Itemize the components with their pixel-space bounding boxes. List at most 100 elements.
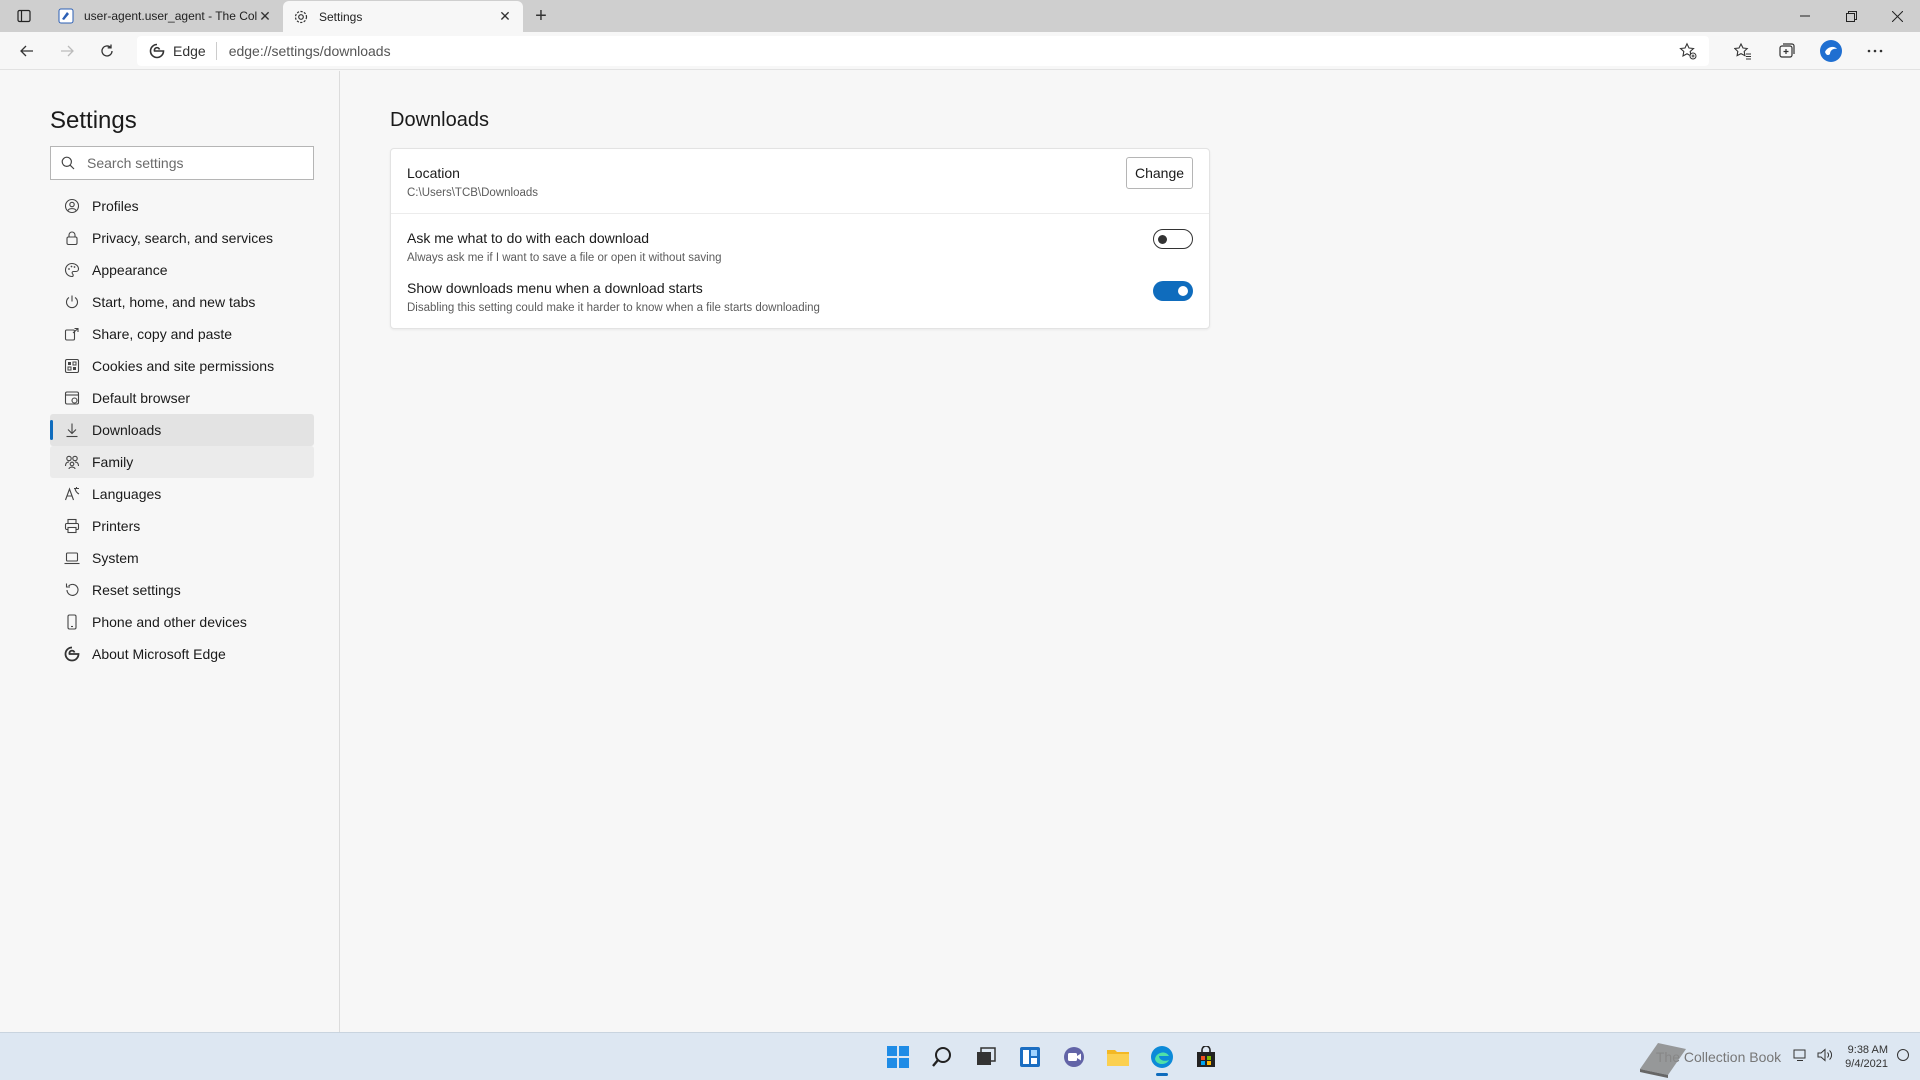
refresh-icon (101, 44, 113, 57)
settings-nav: Profiles Privacy, search, and services A… (50, 190, 314, 670)
sidebar-item-profiles[interactable]: Profiles (50, 190, 314, 222)
tab-actions-icon (17, 9, 31, 23)
download-icon (64, 422, 80, 438)
widgets-icon[interactable] (1008, 1037, 1052, 1077)
notifications-icon[interactable] (1896, 1048, 1910, 1067)
sidebar-item-label: Default browser (92, 390, 191, 406)
favorites-icon[interactable] (1721, 35, 1765, 67)
volume-icon[interactable] (1817, 1047, 1833, 1067)
address-bar[interactable]: Edge edge://settings/downloads (137, 35, 1709, 66)
sidebar-item-label: Share, copy and paste (92, 326, 233, 342)
toolbar-actions (1721, 35, 1897, 67)
search-icon (61, 156, 75, 170)
lock-icon (64, 230, 80, 246)
close-tab-icon[interactable]: ✕ (257, 8, 273, 24)
close-window-icon[interactable] (1874, 0, 1920, 32)
settings-sidebar: Settings Profiles Privacy, search, and s… (0, 71, 340, 1032)
clock-time: 9:38 AM (1847, 1044, 1888, 1056)
sidebar-item-label: Reset settings (92, 582, 181, 598)
profile-avatar-icon[interactable] (1809, 35, 1853, 67)
show-menu-title: Show downloads menu when a download star… (407, 280, 703, 296)
sidebar-item-system[interactable]: System (50, 542, 314, 574)
change-location-button[interactable]: Change (1126, 157, 1193, 189)
tab-settings[interactable]: Settings ✕ (283, 1, 523, 32)
chat-icon[interactable] (1052, 1037, 1096, 1077)
browser-icon (64, 390, 80, 406)
sidebar-item-family[interactable]: Family (50, 446, 314, 478)
location-setting: Location C:\Users\TCB\Downloads Change (391, 149, 1209, 213)
sidebar-item-phone[interactable]: Phone and other devices (50, 606, 314, 638)
add-favorite-icon[interactable] (1679, 42, 1697, 60)
minimize-icon[interactable] (1782, 0, 1828, 32)
show-menu-toggle[interactable] (1153, 281, 1193, 301)
network-icon[interactable] (1793, 1048, 1809, 1067)
close-tab-icon[interactable]: ✕ (497, 8, 513, 25)
book-watermark-icon (1634, 1035, 1690, 1080)
ask-download-toggle[interactable] (1153, 229, 1193, 249)
taskbar-clock[interactable]: 9:38 AM 9/4/2021 (1845, 1043, 1888, 1071)
sidebar-item-languages[interactable]: Languages (50, 478, 314, 510)
windows-start-icon[interactable] (876, 1037, 920, 1077)
family-icon (64, 454, 80, 470)
sidebar-item-reset[interactable]: Reset settings (50, 574, 314, 606)
sidebar-item-privacy[interactable]: Privacy, search, and services (50, 222, 314, 254)
sidebar-item-label: Start, home, and new tabs (92, 294, 256, 310)
search-settings-field[interactable] (50, 146, 314, 180)
ask-download-title: Ask me what to do with each download (407, 230, 650, 246)
sidebar-item-label: Phone and other devices (92, 614, 247, 630)
sidebar-item-start-home[interactable]: Start, home, and new tabs (50, 286, 314, 318)
store-icon[interactable] (1184, 1037, 1228, 1077)
phone-icon (64, 614, 80, 630)
sidebar-item-label: Family (92, 454, 134, 470)
ask-download-desc: Always ask me if I want to save a file o… (407, 252, 722, 264)
sidebar-item-label: Appearance (92, 262, 168, 278)
site-identity-label: Edge (173, 42, 206, 59)
wiki-favicon-icon (58, 8, 74, 24)
cookies-icon (64, 358, 80, 374)
reset-icon (64, 582, 80, 598)
sidebar-item-downloads[interactable]: Downloads (50, 414, 314, 446)
back-button[interactable] (7, 35, 47, 67)
sidebar-item-share-copy[interactable]: Share, copy and paste (50, 318, 314, 350)
refresh-button[interactable] (87, 35, 127, 67)
tab-strip: user-agent.user_agent - The Coll ✕ Setti… (0, 0, 1920, 32)
downloads-settings-card: Location C:\Users\TCB\Downloads Change A… (390, 148, 1210, 329)
tab-actions-button[interactable] (0, 0, 48, 32)
sidebar-item-cookies[interactable]: Cookies and site permissions (50, 350, 314, 382)
forward-arrow-icon (61, 45, 74, 56)
edge-logo-icon (64, 646, 80, 662)
task-view-icon[interactable] (964, 1037, 1008, 1077)
forward-button[interactable] (47, 35, 87, 67)
page-title: Downloads (390, 109, 489, 131)
search-icon[interactable] (920, 1037, 964, 1077)
more-menu-icon[interactable] (1853, 35, 1897, 67)
show-menu-desc: Disabling this setting could make it har… (407, 302, 820, 314)
sidebar-item-about[interactable]: About Microsoft Edge (50, 638, 314, 670)
power-icon (64, 294, 80, 310)
sidebar-title: Settings (50, 107, 137, 134)
tab-user-agent[interactable]: user-agent.user_agent - The Coll ✕ (48, 0, 283, 32)
file-explorer-icon[interactable] (1096, 1037, 1140, 1077)
restore-icon[interactable] (1828, 0, 1874, 32)
edge-logo-icon (149, 43, 165, 59)
address-url: edge://settings/downloads (228, 42, 391, 59)
sidebar-item-printers[interactable]: Printers (50, 510, 314, 542)
laptop-icon (64, 550, 80, 566)
sidebar-item-default-browser[interactable]: Default browser (50, 382, 314, 414)
site-identity[interactable]: Edge (149, 41, 217, 60)
search-input[interactable] (87, 155, 287, 171)
sidebar-item-label: Privacy, search, and services (92, 230, 274, 246)
printer-icon (64, 518, 80, 534)
language-icon (64, 486, 80, 502)
back-arrow-icon (20, 45, 33, 56)
new-tab-button[interactable]: + (523, 0, 559, 32)
edge-icon[interactable] (1140, 1037, 1184, 1077)
ask-download-setting: Ask me what to do with each download Alw… (391, 213, 1209, 278)
gear-icon (293, 9, 309, 25)
show-menu-setting: Show downloads menu when a download star… (391, 278, 1209, 328)
browser-toolbar: Edge edge://settings/downloads (0, 32, 1920, 70)
location-title: Location (407, 165, 460, 181)
sidebar-item-appearance[interactable]: Appearance (50, 254, 314, 286)
sidebar-item-label: About Microsoft Edge (92, 646, 226, 662)
collections-icon[interactable] (1765, 35, 1809, 67)
